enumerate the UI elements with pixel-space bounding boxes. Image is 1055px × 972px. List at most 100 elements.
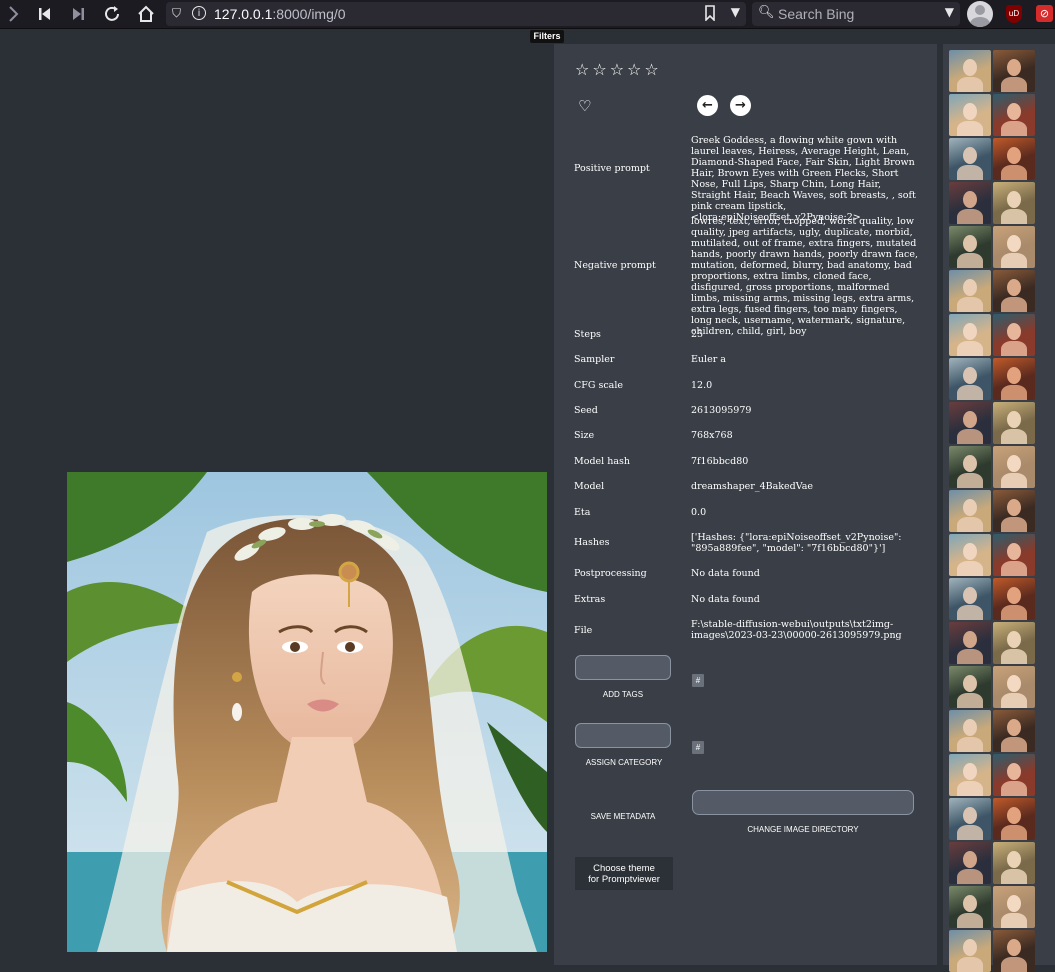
assign-category-input[interactable] bbox=[575, 723, 671, 748]
choose-theme-line1: Choose theme bbox=[593, 863, 655, 874]
steps-value: 25 bbox=[691, 329, 704, 340]
gallery-thumbnail[interactable] bbox=[993, 622, 1035, 664]
gallery-thumbnail[interactable] bbox=[993, 358, 1035, 400]
favorite-heart-icon[interactable]: ♡ bbox=[578, 97, 591, 115]
rating-stars[interactable]: ☆☆☆☆☆ bbox=[575, 60, 662, 79]
gallery-thumbnail[interactable] bbox=[993, 138, 1035, 180]
shield-icon[interactable]: ⛉ bbox=[172, 6, 184, 20]
gallery-thumbnail[interactable] bbox=[949, 226, 991, 268]
gallery-thumbnail[interactable] bbox=[949, 138, 991, 180]
change-image-directory-button[interactable]: CHANGE IMAGE DIRECTORY bbox=[692, 825, 914, 834]
gallery-thumbnail[interactable] bbox=[949, 842, 991, 884]
gallery-thumbnail[interactable] bbox=[949, 314, 991, 356]
gallery-thumbnail[interactable] bbox=[993, 50, 1035, 92]
gallery-thumbnail[interactable] bbox=[993, 270, 1035, 312]
skip-back-icon[interactable] bbox=[34, 3, 56, 25]
gallery-thumbnail[interactable] bbox=[949, 94, 991, 136]
gallery-thumbnail[interactable] bbox=[949, 930, 991, 972]
ublock-extension-icon[interactable]: uD bbox=[1006, 5, 1022, 23]
gallery-thumbnail[interactable] bbox=[949, 710, 991, 752]
image-directory-input[interactable] bbox=[692, 790, 914, 815]
gallery-thumbnail[interactable] bbox=[949, 50, 991, 92]
url-path: :8000/img/0 bbox=[272, 6, 346, 22]
forward-arrow-icon[interactable] bbox=[2, 3, 24, 25]
gallery-thumbnail[interactable] bbox=[949, 798, 991, 840]
category-hash-button[interactable]: # bbox=[692, 741, 704, 754]
home-icon[interactable] bbox=[135, 3, 157, 25]
gallery-thumbnail[interactable] bbox=[949, 402, 991, 444]
gallery-thumbnail[interactable] bbox=[993, 490, 1035, 532]
gallery-thumbnail[interactable] bbox=[993, 314, 1035, 356]
eta-label: Eta bbox=[574, 507, 591, 518]
metadata-panel: ☆☆☆☆☆ ♡ ← → Positive prompt Greek Goddes… bbox=[554, 44, 937, 965]
seed-label: Seed bbox=[574, 405, 598, 416]
reload-icon[interactable] bbox=[101, 3, 123, 25]
gallery-thumbnail[interactable] bbox=[949, 182, 991, 224]
gallery-thumbnail[interactable] bbox=[993, 798, 1035, 840]
gallery-thumbnail[interactable] bbox=[993, 886, 1035, 928]
model-value: dreamshaper_4BakedVae bbox=[691, 481, 813, 492]
add-tags-button[interactable]: ADD TAGS bbox=[575, 690, 671, 699]
gallery-thumbnail[interactable] bbox=[993, 754, 1035, 796]
gallery-thumbnail[interactable] bbox=[949, 622, 991, 664]
url-host: 127.0.0.1 bbox=[214, 6, 273, 22]
gallery-thumbnail[interactable] bbox=[993, 226, 1035, 268]
next-image-button[interactable]: → bbox=[730, 95, 751, 116]
gallery-thumbnail[interactable] bbox=[949, 490, 991, 532]
gallery-thumbnail[interactable] bbox=[993, 930, 1035, 972]
gallery-thumbnail[interactable] bbox=[993, 578, 1035, 620]
chevron-down-icon[interactable]: ▼ bbox=[731, 5, 740, 19]
gallery-thumbnail[interactable] bbox=[949, 886, 991, 928]
chevron-down-icon[interactable]: ▼ bbox=[945, 5, 954, 19]
main-image[interactable] bbox=[67, 472, 547, 952]
url-text[interactable]: 127.0.0.1:8000/img/0 bbox=[214, 6, 346, 22]
search-bar[interactable]: 🔍︎ Search Bing ▼ bbox=[752, 2, 960, 26]
gallery-thumbnail[interactable] bbox=[993, 710, 1035, 752]
no-script-extension-icon[interactable]: ⊘ bbox=[1036, 5, 1053, 22]
gallery-thumbnail[interactable] bbox=[993, 666, 1035, 708]
gallery-thumbnail[interactable] bbox=[949, 754, 991, 796]
model-hash-value: 7f16bbcd80 bbox=[691, 456, 749, 467]
assign-category-button[interactable]: ASSIGN CATEGORY bbox=[575, 758, 673, 767]
choose-theme-button[interactable]: Choose theme for Promptviewer bbox=[575, 857, 673, 890]
gallery-thumbnail[interactable] bbox=[949, 358, 991, 400]
gallery-thumbnail[interactable] bbox=[949, 534, 991, 576]
cfg-scale-label: CFG scale bbox=[574, 380, 623, 391]
save-metadata-button[interactable]: SAVE METADATA bbox=[575, 812, 671, 821]
gallery-thumbnail[interactable] bbox=[993, 534, 1035, 576]
cfg-scale-value: 12.0 bbox=[691, 380, 713, 391]
gallery-thumbnail[interactable] bbox=[993, 94, 1035, 136]
portrait-illustration bbox=[67, 472, 547, 952]
gallery-thumbnail[interactable] bbox=[949, 578, 991, 620]
model-label: Model bbox=[574, 481, 605, 492]
gallery-thumbnail[interactable] bbox=[993, 402, 1035, 444]
steps-label: Steps bbox=[574, 329, 601, 340]
positive-prompt-value: Greek Goddess, a flowing white gown with… bbox=[691, 135, 916, 223]
skip-forward-icon[interactable] bbox=[67, 3, 89, 25]
gallery-thumbnail[interactable] bbox=[993, 182, 1035, 224]
url-bar[interactable]: ⛉ i 127.0.0.1:8000/img/0 ▼ bbox=[166, 2, 746, 26]
size-value: 768x768 bbox=[691, 430, 733, 441]
size-label: Size bbox=[574, 430, 595, 441]
info-icon[interactable]: i bbox=[192, 6, 206, 20]
postprocessing-label: Postprocessing bbox=[574, 568, 647, 579]
gallery-thumbnail[interactable] bbox=[949, 270, 991, 312]
previous-image-button[interactable]: ← bbox=[697, 95, 718, 116]
tags-hash-button[interactable]: # bbox=[692, 674, 704, 687]
postprocessing-value: No data found bbox=[691, 568, 760, 579]
bookmark-icon[interactable] bbox=[704, 5, 716, 25]
hashes-value: ['Hashes: {"lora:epiNoiseoffset_v2Pynois… bbox=[691, 532, 902, 554]
negative-prompt-label: Negative prompt bbox=[574, 260, 656, 271]
gallery-thumbnail[interactable] bbox=[993, 446, 1035, 488]
sampler-label: Sampler bbox=[574, 354, 615, 365]
seed-value: 2613095979 bbox=[691, 405, 752, 416]
negative-prompt-value: lowres, text, error, cropped, worst qual… bbox=[691, 216, 919, 337]
thumbnail-gallery bbox=[943, 44, 1055, 972]
gallery-thumbnail[interactable] bbox=[993, 842, 1035, 884]
gallery-thumbnail[interactable] bbox=[949, 666, 991, 708]
search-icon: 🔍︎ bbox=[758, 5, 775, 20]
hashes-label: Hashes bbox=[574, 537, 610, 548]
gallery-thumbnail[interactable] bbox=[949, 446, 991, 488]
add-tags-input[interactable] bbox=[575, 655, 671, 680]
account-avatar-icon[interactable] bbox=[967, 1, 993, 27]
